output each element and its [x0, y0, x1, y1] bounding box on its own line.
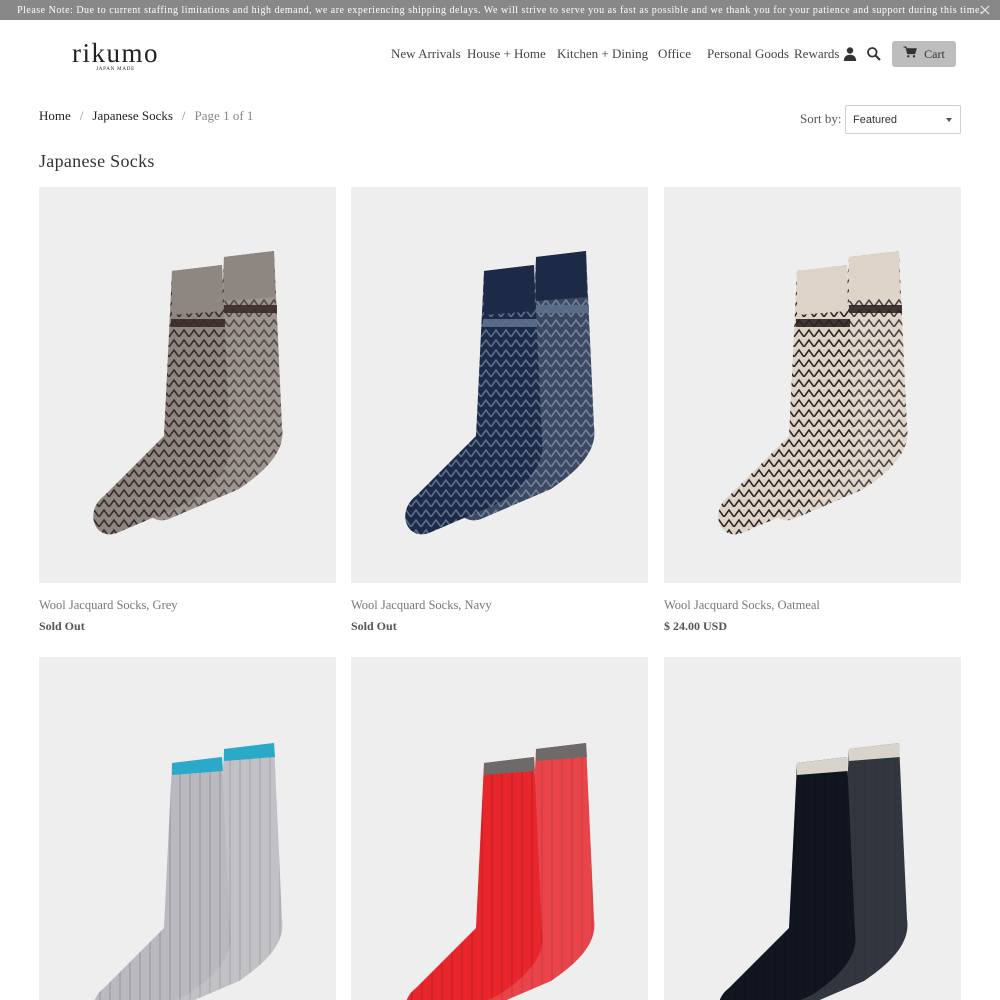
announcement-bar: Please Note: Due to current staffing lim…: [0, 0, 1000, 20]
nav-item-personal-goods[interactable]: Personal Goods: [707, 46, 789, 62]
logo[interactable]: rikumo JAPAN MADE: [68, 38, 163, 73]
product-name[interactable]: Wool Jacquard Socks, Grey: [39, 598, 178, 613]
nav-item-house-home[interactable]: House + Home: [467, 46, 546, 62]
sort-label: Sort by:: [800, 111, 842, 126]
sock-photo: [93, 251, 283, 535]
product-image[interactable]: [39, 187, 336, 583]
product-image[interactable]: [351, 657, 648, 1000]
product-image[interactable]: [664, 657, 961, 1000]
nav-item-rewards[interactable]: Rewards: [794, 46, 840, 62]
breadcrumb-separator: /: [79, 108, 84, 123]
product-image[interactable]: [39, 657, 336, 1000]
sock-shape: [406, 757, 543, 1000]
chevron-down-icon: [946, 118, 952, 122]
breadcrumb-home[interactable]: Home: [39, 108, 71, 124]
cart-label: Cart: [924, 46, 945, 61]
account-icon[interactable]: [842, 46, 858, 62]
sort-select[interactable]: Featured: [845, 105, 961, 134]
product-image[interactable]: [351, 187, 648, 583]
breadcrumb-page: Page 1 of 1: [194, 108, 254, 123]
logo-wordmark: rikumo: [72, 38, 159, 68]
product-image[interactable]: [664, 187, 961, 583]
sock-shape: [719, 757, 856, 1000]
breadcrumb-collection[interactable]: Japanese Socks: [92, 108, 173, 124]
sock-photo: [94, 743, 283, 1000]
sort-selected-value: Featured: [853, 113, 898, 126]
product-name[interactable]: Wool Jacquard Socks, Navy: [351, 598, 492, 613]
nav-item-new-arrivals[interactable]: New Arrivals: [391, 46, 461, 62]
sock-photo: [718, 251, 908, 535]
search-icon[interactable]: [866, 46, 882, 62]
sock-photo: [406, 743, 595, 1000]
page-title: Japanese Socks: [39, 151, 155, 171]
breadcrumb: Home / Japanese Socks / Page 1 of 1: [39, 108, 253, 124]
product-price: Sold Out: [39, 619, 85, 633]
sock-shape: [94, 757, 231, 1000]
sock-photo: [719, 743, 908, 1000]
cart-icon: [903, 46, 918, 62]
announcement-text: Please Note: Due to current staffing lim…: [17, 4, 983, 16]
cart-button[interactable]: Cart: [892, 41, 956, 67]
product-price: Sold Out: [351, 619, 397, 633]
sock-photo: [405, 251, 595, 535]
product-name[interactable]: Wool Jacquard Socks, Oatmeal: [664, 598, 820, 613]
nav-item-kitchen-dining[interactable]: Kitchen + Dining: [557, 46, 648, 62]
nav-item-office[interactable]: Office: [658, 46, 691, 62]
close-icon[interactable]: [978, 3, 992, 17]
breadcrumb-separator: /: [181, 108, 186, 123]
product-price: $ 24.00 USD: [664, 619, 728, 633]
